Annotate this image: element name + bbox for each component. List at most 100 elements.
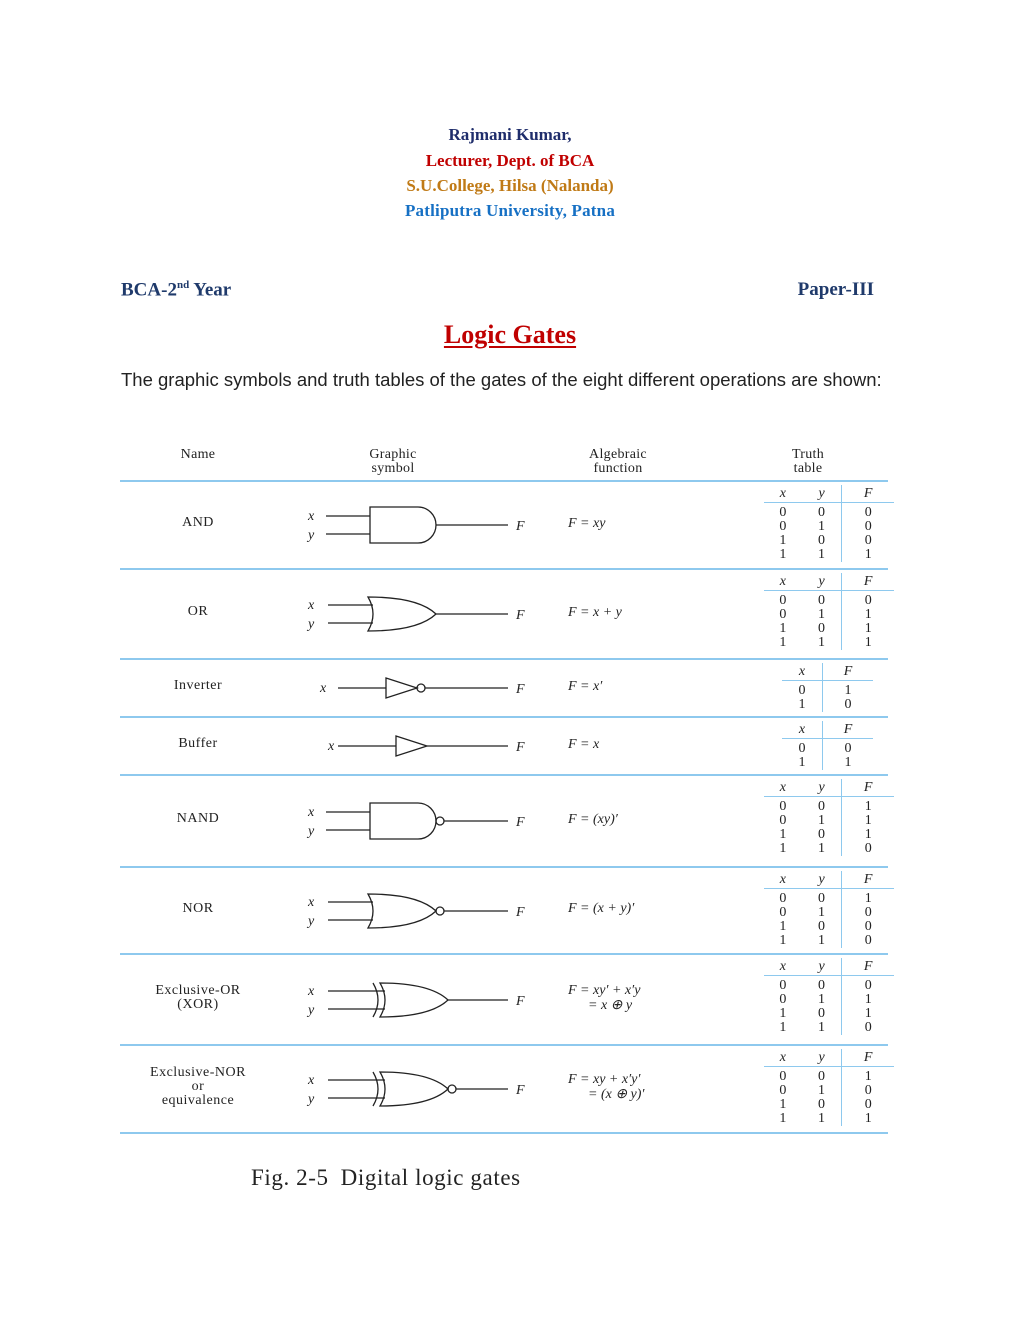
truth-header-y: y: [801, 958, 843, 976]
truth-header-y: y: [801, 1049, 843, 1067]
algebraic-function: F = xy + x′y′ = (x ⊕ y)′: [568, 1072, 645, 1102]
truth-table-row: 111: [764, 1112, 894, 1126]
course-suffix: Year: [189, 279, 232, 301]
truth-cell: 1: [779, 827, 787, 842]
function-line: F = x: [568, 736, 600, 752]
truth-table-grid: xF0011: [782, 721, 873, 770]
function-line: = (x ⊕ y)′: [588, 1087, 645, 1102]
gate-name: OR: [118, 605, 278, 619]
truth-cell: 0: [864, 593, 872, 608]
col-header-symbol-line2: symbol: [371, 461, 415, 476]
xnor-gate-symbol: xy F: [306, 1071, 525, 1107]
truth-table-row: 011: [764, 814, 894, 828]
truth-cell: 0: [864, 505, 872, 520]
truth-header-F: F: [841, 871, 894, 889]
truth-cell: 1: [779, 621, 787, 636]
algebraic-function: F = (xy)′: [568, 812, 618, 827]
row-divider: [120, 568, 888, 570]
truth-header-F: F: [841, 958, 894, 976]
truth-cell: 1: [779, 841, 787, 856]
truth-cell: 1: [779, 1020, 787, 1035]
page-title: Logic Gates: [443, 320, 577, 349]
truth-table-row: 000: [764, 975, 894, 993]
gate-body: [378, 981, 449, 1018]
truth-cell: 1: [801, 842, 843, 856]
truth-cell: 1: [801, 1084, 843, 1098]
gate-name-line: Exclusive-OR: [155, 982, 241, 998]
truth-header-x: x: [764, 958, 802, 976]
gate-name: AND: [118, 516, 278, 530]
truth-cell: 0: [782, 738, 823, 756]
truth-table-row: 101: [764, 828, 894, 842]
truth-table-row: 000: [764, 502, 894, 520]
truth-header-F: F: [841, 779, 894, 797]
truth-table: xF0110: [782, 663, 912, 712]
input-label-x: x: [327, 739, 335, 754]
function-line: F = x′: [568, 678, 603, 694]
row-divider: [120, 1044, 888, 1046]
truth-cell: 1: [864, 547, 872, 562]
truth-table-header: xyF: [764, 871, 894, 889]
col-header-function: Algebraic function: [558, 448, 678, 476]
input-label-y: y: [306, 824, 315, 839]
gate-name: NAND: [118, 812, 278, 826]
input-label-y: y: [306, 914, 315, 929]
truth-table-row: 01: [782, 680, 873, 698]
truth-cell: 0: [779, 1083, 787, 1098]
truth-table: xyF000010100111: [764, 485, 894, 562]
truth-cell: 0: [801, 622, 843, 636]
negation-bubble: [447, 1084, 457, 1094]
truth-table-grid: xyF001011101110: [764, 779, 894, 856]
truth-cell: 1: [782, 698, 823, 712]
gate-body: [369, 506, 437, 544]
truth-table-header: xyF: [764, 485, 894, 503]
algebraic-function: F = (x + y)′: [568, 901, 634, 916]
truth-header-x: x: [764, 779, 802, 797]
truth-header-x: x: [764, 573, 802, 591]
col-header-function-line1: Algebraic: [589, 447, 647, 462]
col-header-name: Name: [180, 447, 216, 462]
truth-header-y: y: [801, 779, 843, 797]
gate-name: Inverter: [118, 679, 278, 693]
truth-cell: 1: [864, 1069, 872, 1084]
truth-table-grid: xyF001010100111: [764, 1049, 894, 1126]
truth-cell: 1: [864, 1006, 872, 1021]
col-header-function-line2: function: [593, 461, 643, 476]
gate-name-line: Inverter: [173, 678, 223, 693]
function-line: F = xy: [568, 515, 606, 531]
truth-cell: 0: [779, 593, 787, 608]
truth-table-row: 010: [764, 520, 894, 534]
truth-cell: 1: [801, 1112, 843, 1126]
gate-body: [385, 677, 420, 699]
truth-table: xyF001010100110: [764, 871, 894, 948]
intro-paragraph: The graphic symbols and truth tables of …: [121, 369, 882, 390]
truth-table-row: 00 1: [764, 1066, 894, 1084]
truth-table-grid: xyF001010100110: [764, 871, 894, 948]
truth-header-F: F: [822, 663, 873, 681]
truth-table-grid: xyF000011101111: [764, 573, 894, 650]
output-label: F: [515, 994, 525, 1009]
truth-cell: 1: [779, 635, 787, 650]
truth-table-row: 100: [764, 1098, 894, 1112]
truth-cell: 0: [779, 1069, 787, 1084]
truth-cell: 0: [801, 1098, 843, 1112]
truth-header-F: F: [841, 485, 894, 503]
truth-cell: 1: [844, 755, 852, 770]
truth-table-row: 011: [764, 993, 894, 1007]
truth-table-row: 00 1: [764, 888, 894, 906]
row-divider: [120, 953, 888, 955]
caption-text: Digital logic gates: [340, 1165, 521, 1190]
gate-body: [366, 596, 437, 632]
figure-caption: Fig. 2-5 Digital logic gates: [251, 1165, 521, 1191]
output-label: F: [515, 905, 525, 920]
truth-cell: 1: [864, 607, 872, 622]
truth-table-row: 111: [764, 548, 894, 562]
input-label-y: y: [306, 528, 315, 543]
course-sup: nd: [176, 279, 190, 291]
truth-header-y: y: [801, 485, 843, 503]
truth-cell: 1: [801, 814, 843, 828]
course-prefix: BCA-2: [121, 279, 177, 301]
truth-cell: 0: [801, 1007, 843, 1021]
gate-body: [369, 802, 437, 840]
truth-cell: 1: [844, 683, 852, 698]
